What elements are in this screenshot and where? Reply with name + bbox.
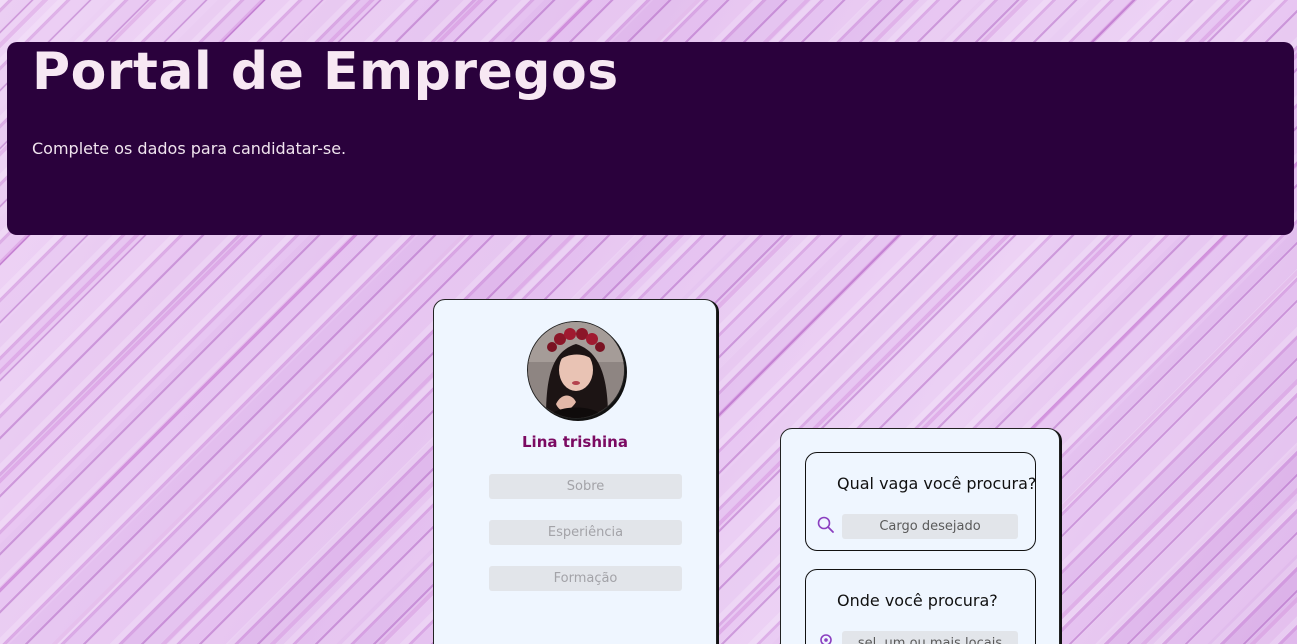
about-button[interactable]: Sobre	[489, 474, 682, 499]
location-input[interactable]	[842, 631, 1018, 644]
location-question: Onde você procura?	[837, 591, 998, 610]
job-question: Qual vaga você procura?	[837, 474, 1037, 493]
page-title: Portal de Empregos	[32, 42, 619, 102]
avatar	[527, 321, 625, 419]
profile-card: Lina trishina Sobre Esperiência Formação	[433, 299, 717, 644]
profile-name: Lina trishina	[522, 433, 628, 451]
education-button[interactable]: Formação	[489, 566, 682, 591]
search-card: Qual vaga você procura? Onde você procur…	[780, 428, 1060, 644]
experience-button[interactable]: Esperiência	[489, 520, 682, 545]
location-search-box: Onde você procura?	[805, 569, 1036, 644]
page-subtitle: Complete os dados para candidatar-se.	[32, 139, 347, 158]
page-header: Portal de Empregos Complete os dados par…	[7, 42, 1294, 235]
search-icon	[816, 515, 836, 535]
avatar-image	[528, 322, 624, 418]
location-pin-icon	[816, 632, 836, 644]
job-title-input[interactable]	[842, 514, 1018, 539]
job-search-box: Qual vaga você procura?	[805, 452, 1036, 551]
